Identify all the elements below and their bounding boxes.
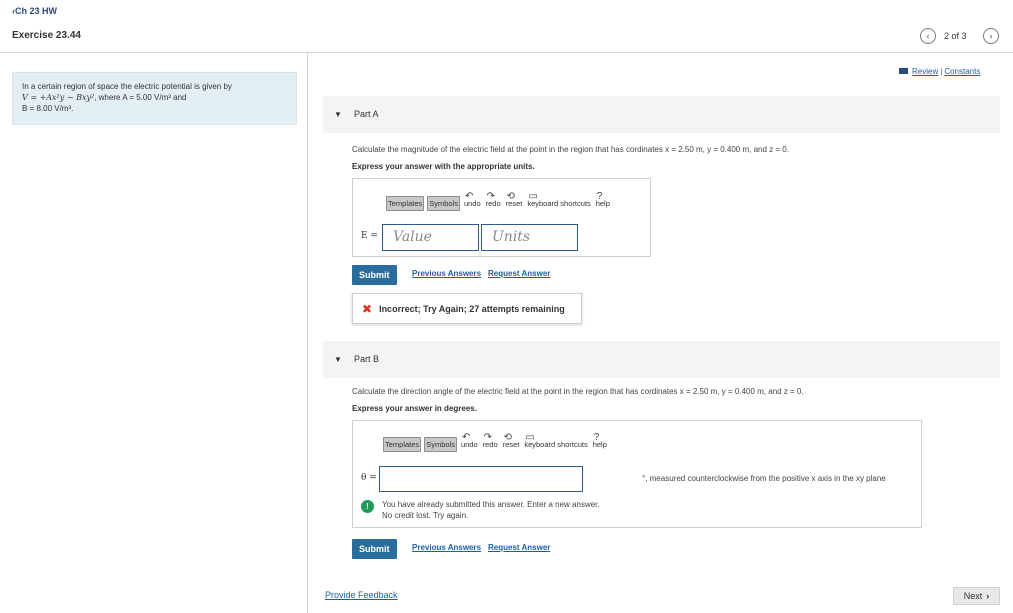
- templates-button[interactable]: Templates: [386, 195, 425, 211]
- angle-input[interactable]: [379, 466, 583, 492]
- angle-unit-hint: °, measured counterclockwise from the po…: [642, 474, 886, 483]
- chevron-right-icon: ›: [986, 591, 990, 601]
- part-a-instruction: Express your answer with the appropriate…: [352, 162, 535, 171]
- next-label: Next: [963, 591, 983, 601]
- previous-exercise-button[interactable]: ‹: [920, 28, 936, 44]
- units-input[interactable]: Units: [481, 224, 578, 251]
- part-a-header[interactable]: ▼ Part A: [323, 96, 1000, 133]
- already-submitted-notice: ! You have already submitted this answer…: [361, 499, 641, 523]
- info-icon: !: [361, 500, 374, 513]
- exercise-title: Exercise 23.44: [12, 30, 81, 41]
- symbols-button[interactable]: Symbols: [424, 436, 457, 452]
- redo-button[interactable]: ↷ redo: [485, 191, 502, 208]
- problem-line-1: In a certain region of space the electri…: [22, 82, 232, 91]
- constant-a: , where A = 5.00 V/m³ and: [94, 93, 187, 102]
- next-button[interactable]: Next ›: [953, 587, 1000, 605]
- column-divider: [307, 53, 308, 613]
- part-a-previous-answers-link[interactable]: Previous Answers: [412, 269, 481, 278]
- help-button[interactable]: ? help: [592, 432, 608, 449]
- keyboard-shortcuts-button[interactable]: ▭ keyboard shortcuts: [523, 432, 588, 449]
- undo-icon: ↶: [461, 431, 471, 443]
- provide-feedback-link[interactable]: Provide Feedback: [325, 590, 398, 600]
- value-input[interactable]: Value: [382, 224, 479, 251]
- redo-icon: ↷: [486, 190, 496, 202]
- part-b-label: Part B: [354, 354, 380, 364]
- part-b-submit-button[interactable]: Submit: [352, 539, 397, 559]
- page-indicator: 2 of 3: [944, 31, 967, 41]
- reset-icon: ⟲: [506, 190, 516, 202]
- feedback-text: Incorrect; Try Again; 27 attempts remain…: [379, 303, 565, 314]
- part-a-question: Calculate the magnitude of the electric …: [352, 145, 789, 154]
- info-line-1: You have already submitted this answer. …: [382, 500, 600, 509]
- part-b-toolbar: Templates Symbols ↶ undo ↷ redo ⟲ reset ▭ ke…: [383, 432, 608, 455]
- chevron-right-icon: ›: [989, 31, 993, 41]
- header-divider: [0, 52, 1013, 53]
- potential-equation: V = +Ax²y − Bxy²: [22, 93, 95, 102]
- problem-statement: In a certain region of space the electri…: [12, 72, 297, 125]
- reset-button[interactable]: ⟲ reset: [502, 432, 521, 449]
- keyboard-shortcuts-button[interactable]: ▭ keyboard shortcuts: [526, 191, 591, 208]
- triangle-down-icon: ▼: [334, 110, 342, 119]
- undo-button[interactable]: ↶ undo: [463, 191, 482, 208]
- part-a-label: Part A: [354, 109, 379, 119]
- triangle-down-icon: ▼: [334, 355, 342, 364]
- redo-button[interactable]: ↷ redo: [482, 432, 499, 449]
- part-b-previous-answers-link[interactable]: Previous Answers: [412, 543, 481, 552]
- part-a-toolbar: Templates Symbols ↶ undo ↷ redo ⟲ reset ▭ ke…: [386, 191, 611, 214]
- back-link-label: Ch 23 HW: [15, 6, 58, 16]
- part-b-request-answer-link[interactable]: Request Answer: [488, 543, 550, 552]
- part-a-answer-box: Templates Symbols ↶ undo ↷ redo ⟲ reset ▭ ke…: [352, 178, 651, 257]
- keyboard-icon: ▭: [525, 431, 535, 443]
- info-line-2: No credit lost. Try again.: [382, 511, 469, 520]
- part-b-header[interactable]: ▼ Part B: [323, 341, 1000, 378]
- review-link[interactable]: Review: [912, 67, 938, 76]
- e-label: E =: [361, 231, 378, 241]
- chevron-left-icon: ‹: [926, 31, 930, 41]
- x-icon: ✖: [362, 301, 373, 316]
- incorrect-feedback: ✖ Incorrect; Try Again; 27 attempts rema…: [352, 293, 582, 324]
- help-icon: ?: [596, 190, 603, 202]
- next-exercise-button[interactable]: ›: [983, 28, 999, 44]
- part-a-request-answer-link[interactable]: Request Answer: [488, 269, 550, 278]
- reset-icon: ⟲: [503, 431, 513, 443]
- back-link[interactable]: ‹Ch 23 HW: [12, 6, 57, 16]
- help-icon: ?: [593, 431, 600, 443]
- book-icon: [899, 68, 908, 74]
- keyboard-icon: ▭: [528, 190, 538, 202]
- reset-button[interactable]: ⟲ reset: [505, 191, 524, 208]
- help-button[interactable]: ? help: [595, 191, 611, 208]
- undo-button[interactable]: ↶ undo: [460, 432, 479, 449]
- theta-label: θ =: [361, 473, 377, 483]
- constant-b: B = 8.00 V/m³.: [22, 104, 74, 113]
- templates-button[interactable]: Templates: [383, 436, 422, 452]
- constants-link[interactable]: Constants: [944, 67, 980, 76]
- review-constants-links: Review | Constants: [899, 67, 980, 76]
- symbols-button[interactable]: Symbols: [427, 195, 460, 211]
- redo-icon: ↷: [483, 431, 493, 443]
- part-b-question: Calculate the direction angle of the ele…: [352, 387, 804, 396]
- undo-icon: ↶: [464, 190, 474, 202]
- part-b-instruction: Express your answer in degrees.: [352, 404, 477, 413]
- part-a-submit-button[interactable]: Submit: [352, 265, 397, 285]
